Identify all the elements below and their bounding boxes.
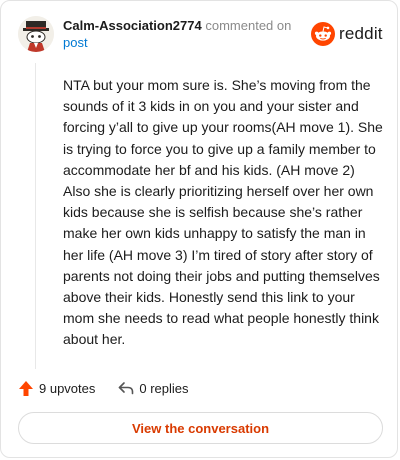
- user-avatar[interactable]: [18, 16, 54, 52]
- comment-embed-card: Calm-Association2774 commented on post r…: [0, 0, 398, 458]
- reddit-wordmark: reddit: [339, 24, 383, 43]
- reddit-snoo-icon: [311, 22, 335, 46]
- upvote-arrow-icon: [19, 380, 33, 396]
- replies-button[interactable]: 0 replies: [118, 380, 189, 396]
- username-link[interactable]: Calm-Association2774: [63, 18, 202, 33]
- reply-arrow-icon: [119, 382, 134, 395]
- upvote-count: 9 upvotes: [39, 380, 96, 396]
- comment-actions: 9 upvotes 0 replies: [18, 378, 189, 398]
- comment-header: Calm-Association2774 commented on post: [63, 17, 313, 51]
- reddit-brand-link[interactable]: reddit: [311, 22, 383, 46]
- replies-count: 0 replies: [139, 380, 189, 396]
- snoo-avatar-icon: [18, 16, 54, 52]
- comment-body: NTA but your mom sure is. She’s moving f…: [63, 77, 383, 348]
- post-link[interactable]: post: [63, 35, 88, 50]
- upvote-button[interactable]: 9 upvotes: [18, 380, 95, 397]
- view-conversation-button[interactable]: View the conversation: [18, 412, 383, 444]
- commented-on-text: commented on: [205, 18, 292, 33]
- thread-line: [35, 63, 36, 369]
